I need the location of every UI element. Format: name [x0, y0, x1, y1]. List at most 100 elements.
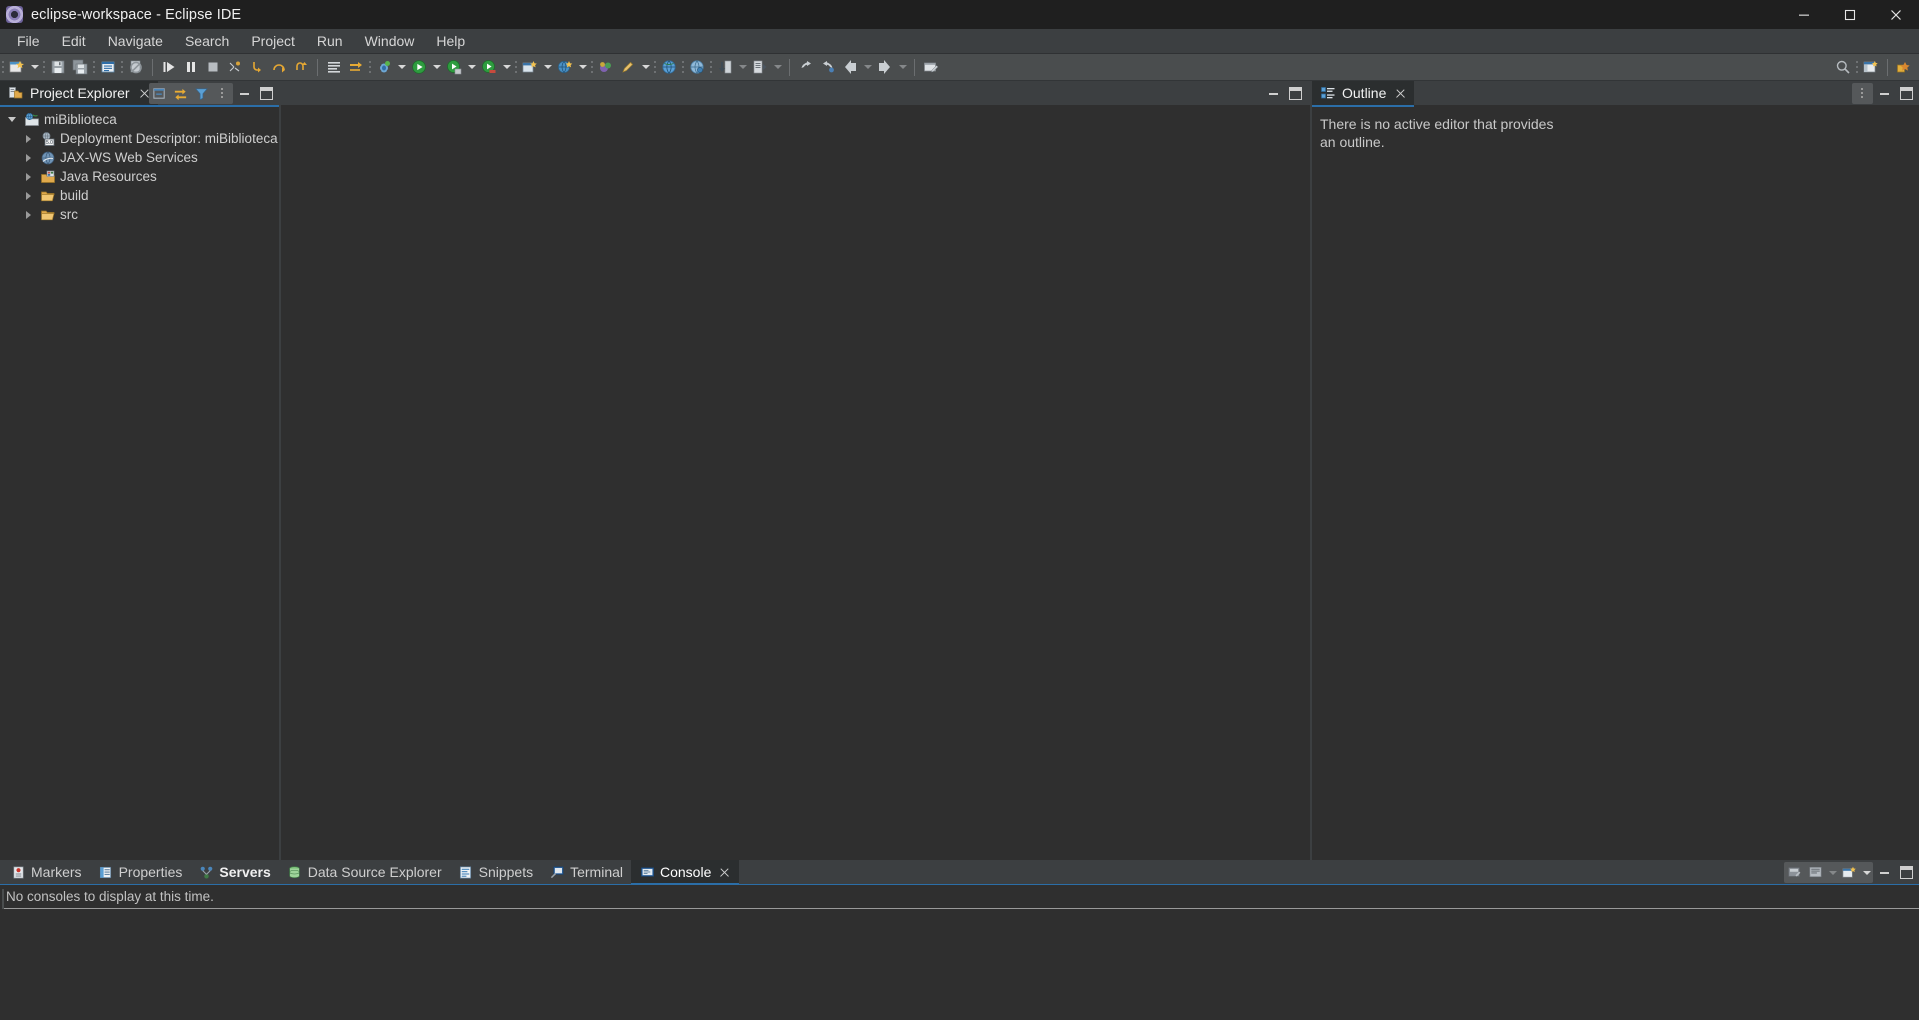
clear-console-icon[interactable]	[1784, 862, 1805, 883]
menu-item-file[interactable]: File	[6, 30, 51, 53]
profile-dropdown-icon[interactable]	[500, 56, 513, 78]
tab-properties[interactable]: Properties	[90, 860, 191, 884]
new-class-icon[interactable]	[595, 56, 617, 78]
maximize-icon[interactable]	[1896, 83, 1917, 104]
skip-breakpoints-icon[interactable]	[345, 56, 367, 78]
resume-icon[interactable]	[158, 56, 180, 78]
java-ee-perspective-icon[interactable]	[1893, 56, 1915, 78]
view-menu-icon[interactable]	[1852, 82, 1873, 104]
open-console-dropdown-icon[interactable]	[1860, 862, 1873, 884]
open-type-icon[interactable]	[658, 56, 680, 78]
maximize-icon[interactable]	[256, 83, 277, 104]
export-icon[interactable]	[749, 56, 771, 78]
run-server-icon[interactable]	[443, 56, 465, 78]
menu-item-window[interactable]: Window	[354, 30, 426, 53]
new-ee-project-icon[interactable]	[554, 56, 576, 78]
chevron-right-icon[interactable]	[20, 169, 36, 185]
tab-snippets[interactable]: Snippets	[450, 860, 541, 884]
debug-icon[interactable]	[373, 56, 395, 78]
new-project-icon[interactable]	[519, 56, 541, 78]
open-perspective-icon[interactable]	[1860, 56, 1882, 78]
chevron-right-icon[interactable]	[20, 188, 36, 204]
menu-item-help[interactable]: Help	[425, 30, 476, 53]
tree-item-mibiblioteca[interactable]: miBiblioteca	[0, 110, 279, 129]
minimize-icon[interactable]	[234, 83, 255, 104]
tab-data-source-explorer[interactable]: Data Source Explorer	[279, 860, 450, 884]
tab-servers[interactable]: Servers	[190, 860, 278, 884]
open-console-icon[interactable]	[1839, 862, 1860, 883]
debug-dropdown-icon[interactable]	[395, 56, 408, 78]
tree-item-build[interactable]: build	[0, 186, 279, 205]
run-server-dropdown-icon[interactable]	[465, 56, 478, 78]
save-all-icon[interactable]	[69, 56, 91, 78]
menu-item-edit[interactable]: Edit	[51, 30, 97, 53]
save-icon[interactable]	[47, 56, 69, 78]
suspend-icon[interactable]	[180, 56, 202, 78]
display-selected-console-icon[interactable]	[1805, 862, 1826, 883]
print-icon[interactable]	[97, 56, 119, 78]
previous-dropdown-icon[interactable]	[861, 56, 874, 78]
step-into-icon[interactable]	[246, 56, 268, 78]
terminate-icon[interactable]	[202, 56, 224, 78]
project-explorer-tree[interactable]: miBiblioteca 5.0 Deployment Descriptor: …	[0, 105, 279, 860]
forward-icon[interactable]	[817, 56, 839, 78]
tree-item-src[interactable]: src	[0, 205, 279, 224]
tab-project-explorer[interactable]: Project Explorer	[0, 81, 158, 107]
console-content[interactable]: No consoles to display at this time.	[0, 884, 1919, 1020]
new-wizard-dropdown-icon[interactable]	[28, 56, 41, 78]
run-icon[interactable]	[408, 56, 430, 78]
previous-edit-icon[interactable]	[839, 56, 861, 78]
format-icon[interactable]	[323, 56, 345, 78]
window-close-button[interactable]	[1873, 0, 1919, 29]
editor-empty-area[interactable]	[281, 105, 1310, 860]
chevron-right-icon[interactable]	[20, 207, 36, 223]
new-project-dropdown-icon[interactable]	[541, 56, 554, 78]
open-task-icon[interactable]	[686, 56, 708, 78]
collapse-all-icon[interactable]	[149, 83, 170, 104]
minimize-icon[interactable]	[1874, 83, 1895, 104]
disconnect-icon[interactable]	[224, 56, 246, 78]
view-menu-icon[interactable]	[212, 83, 233, 104]
no-edit-icon[interactable]	[125, 56, 147, 78]
window-maximize-button[interactable]	[1827, 0, 1873, 29]
close-icon[interactable]	[718, 866, 731, 879]
menu-item-project[interactable]: Project	[240, 30, 306, 53]
tab-console[interactable]: Console	[631, 860, 740, 885]
run-dropdown-icon[interactable]	[430, 56, 443, 78]
back-icon[interactable]	[795, 56, 817, 78]
search-icon[interactable]	[1832, 56, 1854, 78]
tab-markers[interactable]: Markers	[2, 860, 90, 884]
view-menu-filter-icon[interactable]	[191, 83, 212, 104]
chevron-down-icon[interactable]	[4, 112, 20, 128]
step-over-icon[interactable]	[268, 56, 290, 78]
new-annotation-dropdown-icon[interactable]	[639, 56, 652, 78]
next-dropdown-icon[interactable]	[896, 56, 909, 78]
close-icon[interactable]	[1394, 87, 1407, 100]
maximize-icon[interactable]	[1896, 862, 1917, 883]
minimize-icon[interactable]	[1874, 862, 1895, 883]
profile-icon[interactable]	[478, 56, 500, 78]
minimize-icon[interactable]	[1263, 83, 1284, 104]
link-with-editor-icon[interactable]	[170, 83, 191, 104]
chevron-right-icon[interactable]	[20, 150, 36, 166]
maximize-icon[interactable]	[1285, 83, 1306, 104]
new-annotation-icon[interactable]	[617, 56, 639, 78]
next-edit-icon[interactable]	[874, 56, 896, 78]
tree-item-deployment-descriptor[interactable]: 5.0 Deployment Descriptor: miBiblioteca	[0, 129, 279, 148]
tree-item-jaxws-web-services[interactable]: JAX-WS Web Services	[0, 148, 279, 167]
display-selected-console-dropdown-icon[interactable]	[1826, 862, 1839, 884]
menu-item-run[interactable]: Run	[306, 30, 354, 53]
new-editor-icon[interactable]	[920, 56, 942, 78]
menu-item-navigate[interactable]: Navigate	[97, 30, 174, 53]
import-dropdown-icon[interactable]	[736, 56, 749, 78]
chevron-right-icon[interactable]	[20, 131, 36, 147]
window-minimize-button[interactable]	[1781, 0, 1827, 29]
step-return-icon[interactable]	[290, 56, 312, 78]
new-ee-dropdown-icon[interactable]	[576, 56, 589, 78]
tree-item-java-resources[interactable]: Java Resources	[0, 167, 279, 186]
tab-terminal[interactable]: Terminal	[541, 860, 631, 884]
tab-outline[interactable]: Outline	[1312, 81, 1415, 107]
import-icon[interactable]	[714, 56, 736, 78]
new-wizard-icon[interactable]	[6, 56, 28, 78]
menu-item-search[interactable]: Search	[174, 30, 240, 53]
